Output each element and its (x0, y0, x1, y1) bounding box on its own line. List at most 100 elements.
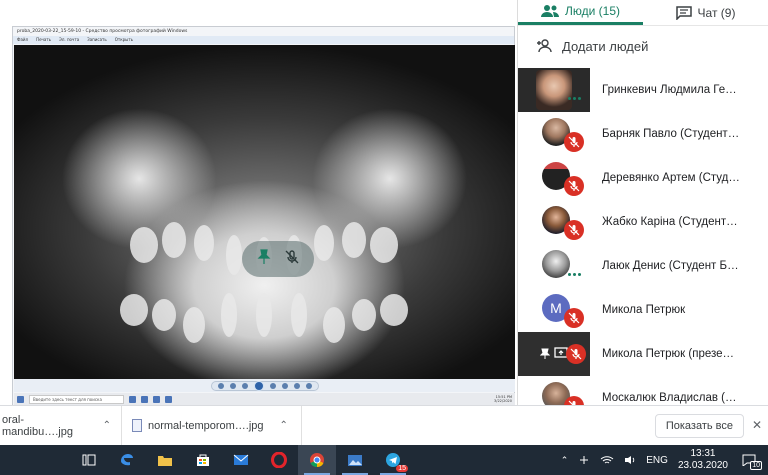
participant-row[interactable]: Деревянко Артем (Студент Б… (518, 156, 768, 200)
viewer-menu: Файл Печать Эл. почта Записать Открыть (13, 36, 514, 44)
tab-people[interactable]: Люди (15) (518, 0, 643, 25)
system-tray: ⌃ ENG 13:31 23.03.2020 10 (561, 445, 768, 475)
mic-off-icon (564, 132, 584, 152)
mail-icon[interactable] (222, 445, 260, 475)
next-icon[interactable] (269, 382, 276, 389)
volume-icon[interactable] (624, 455, 636, 465)
participant-row[interactable]: M Микола Петрюк (518, 288, 768, 332)
tab-people-label: Люди (15) (565, 4, 620, 18)
viewer-toolbar (14, 379, 515, 392)
viewer-controls (210, 380, 319, 391)
opera-icon[interactable] (260, 445, 298, 475)
telegram-icon[interactable]: 15 (374, 445, 412, 475)
show-all-button[interactable]: Показать все (654, 414, 744, 438)
task-view-icon[interactable] (70, 445, 108, 475)
participant-row[interactable]: Микола Петрюк (презентація) (518, 332, 768, 376)
previous-icon[interactable] (241, 382, 248, 389)
inner-app-icon (165, 395, 172, 403)
participant-name: Деревянко Артем (Студент Б… (602, 172, 740, 184)
notification-center-icon[interactable]: 10 (738, 449, 762, 471)
inner-app-icon (141, 395, 148, 403)
viewer-menu-email: Эл. почта (59, 37, 80, 42)
mic-off-icon (564, 176, 584, 196)
telegram-badge: 15 (396, 465, 408, 472)
image-file-icon (132, 419, 142, 432)
pin-overlay (242, 241, 314, 277)
avatar (536, 70, 572, 110)
delete-icon[interactable] (305, 382, 312, 389)
photo-viewer-window: proba_2020-03-22_15-59-10 - Средство про… (12, 26, 515, 406)
participant-row[interactable]: Гринкевич Людмила Георгіїв… (518, 68, 768, 112)
participant-name: Микола Петрюк (602, 304, 686, 316)
teeth-shapes (120, 222, 408, 343)
viewer-menu-burn: Записать (87, 37, 107, 42)
rotate-right-icon[interactable] (293, 382, 300, 389)
chevron-up-icon[interactable]: ⌃ (561, 455, 569, 466)
inner-clock-date: 3/22/2020 (494, 399, 512, 403)
viewer-title: proba_2020-03-22_15-59-10 - Средство про… (17, 29, 188, 34)
close-icon[interactable]: ✕ (752, 418, 762, 432)
keyboard-icon[interactable] (578, 455, 590, 465)
download-filename: normal-temporom….jpg (148, 419, 264, 432)
panoramic-xray-image (14, 45, 515, 379)
inner-app-icon (153, 395, 160, 403)
participant-tile-presentation (518, 332, 590, 376)
participant-name: Лаюк Денис (Студент БДМУ) (602, 260, 740, 272)
participant-name: Гринкевич Людмила Георгіїв… (602, 84, 740, 96)
windows-taskbar: 15 ⌃ ENG 13:31 23.03.2020 10 (0, 445, 768, 475)
download-item[interactable]: normal-temporom….jpg ⌃ (122, 405, 302, 446)
participant-row[interactable]: Лаюк Денис (Студент БДМУ) (518, 244, 768, 288)
participant-video-tile (518, 68, 590, 112)
taskbar-clock[interactable]: 13:31 23.03.2020 (678, 448, 728, 472)
edge-icon[interactable] (108, 445, 146, 475)
panel-tabs: Люди (15) Чат (9) (518, 0, 768, 26)
participant-name: Барняк Павло (Студент БДМ… (602, 128, 740, 140)
photos-icon[interactable] (336, 445, 374, 475)
participants-panel: Люди (15) Чат (9) Додати людей Гринкевич… (517, 0, 768, 416)
network-icon[interactable] (600, 455, 614, 465)
language-indicator[interactable]: ENG (646, 455, 668, 466)
viewer-menu-print: Печать (36, 37, 52, 42)
participant-name: Микола Петрюк (презентація) (602, 348, 740, 360)
inner-windows-taskbar: Введите здесь текст для поиска 15:51 PM … (14, 393, 515, 405)
download-item[interactable]: oral-mandibu….jpg ⌃ (0, 405, 122, 446)
store-icon[interactable] (184, 445, 222, 475)
add-people-button[interactable]: Додати людей (518, 26, 768, 66)
participant-avatar-wrap (518, 112, 590, 156)
rotate-left-icon[interactable] (281, 382, 288, 389)
inner-search-box: Введите здесь текст для поиска (29, 394, 124, 404)
tab-chat[interactable]: Чат (9) (643, 0, 768, 25)
chevron-up-icon[interactable]: ⌃ (280, 420, 288, 431)
pin-icon[interactable] (539, 347, 551, 365)
chevron-up-icon[interactable]: ⌃ (103, 420, 111, 431)
participant-avatar-wrap (518, 156, 590, 200)
speaking-indicator-icon (568, 270, 584, 278)
add-people-label: Додати людей (562, 38, 649, 54)
participant-list: Гринкевич Людмила Георгіїв… Барняк Павло… (518, 68, 768, 420)
tab-chat-label: Чат (9) (697, 5, 736, 20)
chrome-icon[interactable] (298, 445, 336, 475)
avatar (542, 250, 570, 278)
notification-count: 10 (750, 461, 762, 470)
download-filename: oral-mandibu….jpg (2, 413, 73, 438)
participant-avatar-wrap (518, 244, 590, 288)
speaking-indicator-icon (568, 94, 584, 102)
chat-icon (675, 5, 692, 20)
shared-screen: proba_2020-03-22_15-59-10 - Средство про… (0, 0, 517, 406)
zoom-icon[interactable] (217, 382, 224, 389)
participant-avatar-wrap (518, 200, 590, 244)
participant-row[interactable]: Барняк Павло (Студент БДМ… (518, 112, 768, 156)
slideshow-icon[interactable] (253, 380, 264, 391)
participant-row[interactable]: Жабко Каріна (Студент БДМУ) (518, 200, 768, 244)
mic-off-overlay-icon (284, 249, 300, 270)
viewer-menu-file: Файл (17, 37, 29, 42)
actual-size-icon[interactable] (229, 382, 236, 389)
people-icon (541, 5, 559, 17)
mic-off-icon (564, 220, 584, 240)
inner-start-icon (17, 395, 24, 403)
add-person-icon (537, 39, 552, 53)
inner-app-icon (129, 395, 136, 403)
clock-date: 23.03.2020 (677, 460, 728, 471)
pin-icon[interactable] (257, 248, 271, 270)
file-explorer-icon[interactable] (146, 445, 184, 475)
